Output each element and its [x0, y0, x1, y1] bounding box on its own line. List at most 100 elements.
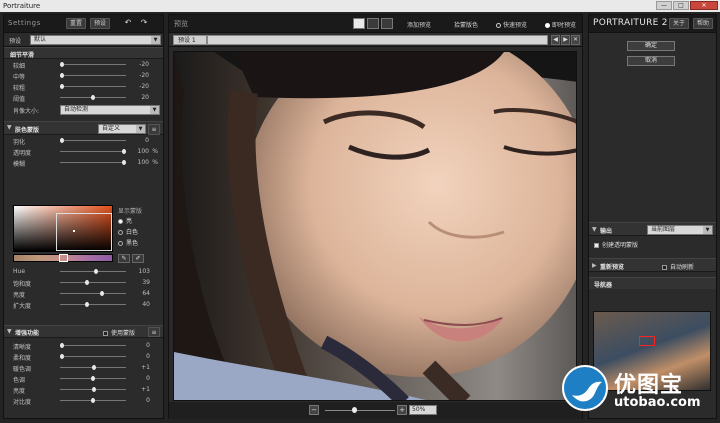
about-button[interactable]: 关于 — [669, 18, 689, 29]
slider-value[interactable]: -20 — [129, 72, 149, 79]
slider-knob[interactable] — [92, 387, 97, 392]
hue-bar[interactable] — [13, 254, 113, 262]
zoom-in-button[interactable]: + — [397, 405, 407, 415]
slider-knob[interactable] — [92, 365, 97, 370]
slider-value[interactable]: 64 — [130, 290, 150, 297]
mask-mode-select[interactable]: 自定义 ▼ — [98, 124, 146, 134]
slider-knob[interactable] — [60, 73, 64, 78]
slider-value[interactable]: 0 — [129, 137, 149, 144]
slider-track[interactable] — [60, 356, 126, 357]
slider-knob[interactable] — [60, 354, 64, 359]
slider-value[interactable]: 0 — [130, 375, 150, 382]
auto-refresh-checkbox[interactable]: 自动刷新 — [662, 262, 694, 271]
slider-track[interactable] — [60, 304, 126, 305]
tab-prev-icon[interactable]: ◀ — [551, 35, 560, 45]
radio-black[interactable]: 黑色 — [118, 238, 138, 247]
use-mask-checkbox[interactable]: 使用蒙版 — [103, 328, 135, 337]
color-field[interactable] — [13, 205, 113, 252]
slider-value[interactable]: 20 — [129, 94, 149, 101]
zoom-out-button[interactable]: − — [309, 405, 319, 415]
minimize-button[interactable]: — — [656, 1, 672, 10]
slider-value[interactable]: 0 — [130, 342, 150, 349]
add-preview-button[interactable]: 添加预览 — [407, 20, 431, 29]
mask-menu-button[interactable]: ≡ — [148, 124, 160, 135]
collapse-triangle-icon[interactable]: ▼ — [7, 124, 12, 131]
slider-track[interactable] — [60, 140, 126, 141]
slider-knob[interactable] — [60, 343, 64, 348]
tab-close-icon[interactable]: ✕ — [571, 35, 580, 45]
cancel-button[interactable]: 取消 — [627, 56, 675, 66]
slider-knob[interactable] — [122, 160, 126, 165]
collapse-triangle-icon[interactable]: ▼ — [592, 226, 597, 233]
radio-bright[interactable]: 亮 — [118, 216, 132, 225]
slider-value[interactable]: 39 — [130, 279, 150, 286]
slider-knob[interactable] — [60, 84, 64, 89]
color-point[interactable] — [73, 230, 75, 232]
preview-image[interactable] — [173, 51, 577, 401]
eyedropper-icon[interactable]: ✎ — [118, 254, 130, 263]
slider-track[interactable] — [60, 75, 126, 76]
slider-track[interactable] — [60, 86, 126, 87]
single-view-icon[interactable] — [353, 18, 365, 29]
slider-value[interactable]: 100 — [129, 148, 149, 155]
radio-white[interactable]: 白色 — [118, 227, 138, 236]
slider-value[interactable]: -20 — [129, 83, 149, 90]
portrait-size-select[interactable]: 自动检测 ▼ — [60, 105, 160, 115]
undo-icon[interactable]: ↶ — [121, 18, 135, 29]
slider-track[interactable] — [60, 151, 126, 152]
ok-button[interactable]: 确定 — [627, 41, 675, 51]
slider-knob[interactable] — [60, 62, 64, 67]
split-vertical-icon[interactable] — [381, 18, 393, 29]
slider-knob[interactable] — [99, 291, 104, 296]
slider-value[interactable]: +1 — [130, 364, 150, 371]
enhance-section-header[interactable]: ▼ 增强功能 使用蒙版 ≡ — [4, 325, 163, 338]
preset-button[interactable]: 预设 — [90, 18, 110, 29]
output-select[interactable]: 当前图层 ▼ — [647, 225, 713, 235]
slider-track[interactable] — [60, 282, 126, 283]
mask-section-header[interactable]: ▼ 肤色蒙版 自定义 ▼ ≡ — [4, 121, 163, 135]
slider-value[interactable]: 103 — [130, 268, 150, 275]
detail-section-header[interactable]: 细节平滑 — [4, 47, 163, 59]
slider-knob[interactable] — [91, 376, 95, 381]
instant-preview-radio[interactable]: 快速预览 — [496, 20, 527, 29]
slider-track[interactable] — [60, 293, 126, 294]
slider-knob[interactable] — [94, 269, 99, 274]
eyedropper-minus-icon[interactable]: ✐ — [132, 254, 144, 263]
split-horizontal-icon[interactable] — [367, 18, 379, 29]
slider-value[interactable]: 40 — [130, 301, 150, 308]
slider-value[interactable]: +1 — [130, 386, 150, 393]
slider-track[interactable] — [60, 271, 126, 272]
collapse-triangle-icon[interactable]: ▼ — [7, 328, 12, 335]
zoom-select[interactable]: 50% — [409, 405, 437, 415]
slider-knob[interactable] — [91, 95, 95, 100]
help-button[interactable]: 帮助 — [693, 18, 713, 29]
slider-track[interactable] — [60, 345, 126, 346]
tab-next-icon[interactable]: ▶ — [561, 35, 570, 45]
color-selection-box[interactable] — [56, 213, 112, 251]
slider-knob[interactable] — [84, 302, 89, 307]
preview-tab[interactable]: 预设 1 — [173, 35, 207, 45]
close-button[interactable]: ✕ — [690, 1, 718, 10]
slider-knob[interactable] — [60, 138, 64, 143]
slider-track[interactable] — [60, 162, 126, 163]
zoom-track[interactable] — [325, 410, 395, 411]
maximize-button[interactable]: □ — [673, 1, 689, 10]
slider-knob[interactable] — [122, 149, 126, 154]
pick-mask-color-button[interactable]: 拾蒙版色 — [454, 20, 478, 29]
slider-knob[interactable] — [91, 398, 95, 403]
slider-value[interactable]: 100 — [129, 159, 149, 166]
slider-value[interactable]: -20 — [129, 61, 149, 68]
navigator-viewport-rect[interactable] — [639, 336, 655, 346]
expand-triangle-icon[interactable]: ▶ — [592, 262, 597, 269]
hue-knob[interactable] — [59, 254, 68, 262]
slider-value[interactable]: 0 — [130, 353, 150, 360]
transparency-checkbox[interactable]: 创建透明蒙版 — [594, 240, 638, 249]
preset-select[interactable]: 默认 ▼ — [30, 35, 161, 45]
slider-knob[interactable] — [84, 280, 89, 285]
reset-preview-section-header[interactable]: ▶ 重新预览 自动刷新 — [589, 258, 716, 272]
slider-value[interactable]: 0 — [130, 397, 150, 404]
realtime-preview-radio[interactable]: 即时预览 — [545, 20, 576, 29]
output-section-header[interactable]: ▼ 输出 当前图层 ▼ — [589, 222, 716, 236]
reset-button[interactable]: 重置 — [66, 18, 86, 29]
slider-track[interactable] — [60, 64, 126, 65]
